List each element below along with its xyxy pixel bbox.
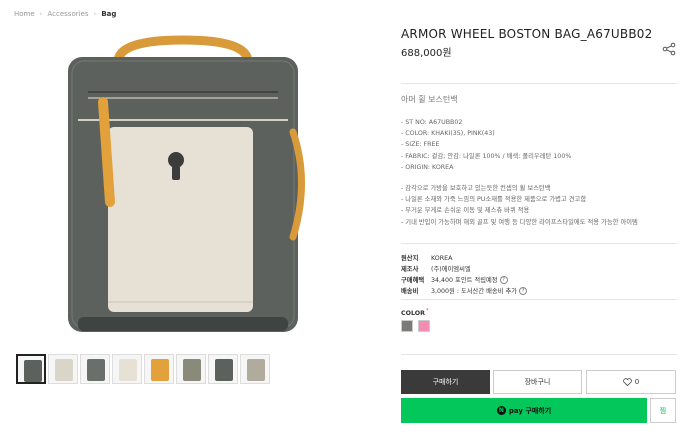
required-mark: * [425, 308, 429, 314]
spec-line: - ORIGIN: KOREA [401, 163, 454, 171]
naver-pay-button[interactable]: N pay 구매하기 [401, 398, 647, 423]
benefit-value: 34,400 포인트 적립예정 [431, 277, 498, 284]
breadcrumb-separator: › [39, 10, 43, 18]
product-specs: - ST NO: A67UBB02 - COLOR: KHAKI(35), PI… [401, 117, 571, 173]
product-description: - 감각으로 가방을 보호하고 있는듯한 컨셉의 휠 보스턴백 - 나일론 소재… [401, 183, 677, 228]
color-swatch-pink[interactable] [418, 320, 430, 332]
breadcrumb-home[interactable]: Home [14, 10, 35, 18]
buy-button[interactable]: 구매하기 [401, 370, 490, 394]
divider [401, 354, 677, 355]
desc-line: - 감각으로 가방을 보호하고 있는듯한 컨셉의 휠 보스턴백 [401, 185, 551, 192]
thumbnail[interactable] [144, 354, 174, 384]
thumbnail[interactable] [16, 354, 46, 384]
product-info: 원산지 KOREA 제조사 (주)에이엠씨엘 구매혜택 34,400 포인트 적… [401, 253, 528, 297]
share-icon[interactable] [662, 42, 676, 56]
thumbnail[interactable] [80, 354, 110, 384]
color-option-label: COLOR* [401, 308, 428, 317]
naver-pay-label: pay 구매하기 [508, 406, 552, 415]
shipping-label: 배송비 [401, 288, 419, 295]
help-icon[interactable]: ? [519, 287, 528, 295]
divider [401, 243, 677, 244]
origin-label: 원산지 [401, 255, 419, 262]
thumbnail-strip [16, 354, 270, 384]
naver-pay-icon: N [496, 406, 506, 415]
color-swatch-khaki[interactable] [401, 320, 413, 332]
benefit-label: 구매혜택 [401, 277, 425, 284]
breadcrumb: Home › Accessories › Bag [14, 10, 116, 18]
product-subname: 아머 휠 보스턴백 [401, 95, 458, 104]
help-icon[interactable]: ? [499, 276, 508, 284]
thumbnail[interactable] [48, 354, 78, 384]
spec-line: - SIZE: FREE [401, 141, 440, 149]
spec-line: - FABRIC: 겉감; 안감: 나일론 100% / 배색: 폴리우레탄 1… [401, 152, 572, 160]
breadcrumb-bag[interactable]: Bag [101, 10, 116, 18]
wishlist-button[interactable]: 0 [586, 370, 676, 394]
desc-line: - 기내 반입이 가능하며 해외 골프 및 여행 등 다양한 라이프스타일에도 … [401, 218, 638, 226]
breadcrumb-accessories[interactable]: Accessories [47, 10, 88, 18]
cart-button[interactable]: 장바구니 [493, 370, 582, 394]
product-price: 688,000원 [401, 48, 452, 59]
thumbnail[interactable] [208, 354, 238, 384]
maker-label: 제조사 [401, 266, 419, 273]
spec-line: - ST NO: A67UBB02 [401, 119, 463, 126]
spec-line: - COLOR: KHAKI(35), PINK(43) [401, 130, 495, 138]
desc-line: - 나일론 소재와 가죽 느낌의 PU소재를 적용한 제품으로 가볍고 견고함 [401, 196, 587, 204]
product-title: ARMOR WHEEL BOSTON BAG_A67UBB02 [401, 27, 653, 41]
naver-pay-wish-button[interactable]: 찜 [650, 398, 676, 423]
breadcrumb-separator: › [93, 10, 97, 18]
thumbnail[interactable] [240, 354, 270, 384]
divider [401, 299, 677, 300]
product-main-image [68, 35, 305, 332]
maker-value: (주)에이엠씨엘 [431, 266, 471, 273]
wishlist-count: 0 [634, 378, 640, 386]
thumbnail[interactable] [176, 354, 206, 384]
divider [401, 83, 677, 84]
color-label-text: COLOR [401, 310, 425, 318]
shipping-value: 3,000원 : 도서산간 배송비 추가 [431, 288, 518, 295]
origin-value: KOREA [431, 255, 453, 262]
heart-icon [622, 378, 632, 386]
thumbnail[interactable] [112, 354, 142, 384]
desc-line: - 무거운 무게로 손쉬운 이동 및 제스츄 바퀴 적용 [401, 207, 530, 215]
